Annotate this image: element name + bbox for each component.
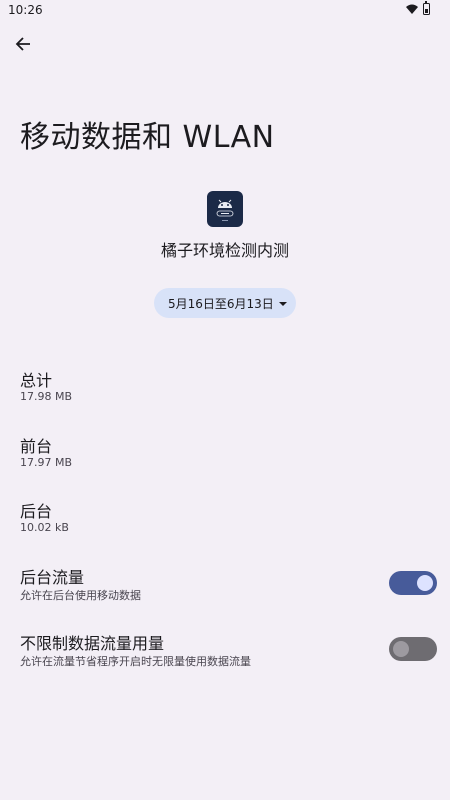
app-name: 橘子环境检测内测 xyxy=(160,241,289,260)
usage-total-row: 总计 17.98 MB xyxy=(0,367,450,427)
unrestricted-data-title: 不限制数据流量用量 xyxy=(20,634,165,653)
toggle-knob xyxy=(393,641,409,657)
toggle-knob xyxy=(417,575,433,591)
usage-total-value: 17.98 MB xyxy=(20,390,73,403)
usage-foreground-row: 前台 17.97 MB xyxy=(0,433,450,493)
background-data-title: 后台流量 xyxy=(20,568,85,587)
usage-background-title: 后台 xyxy=(20,502,53,521)
android-robot-icon xyxy=(216,199,234,221)
caret-down-icon xyxy=(279,302,287,306)
unrestricted-data-summary: 允许在流量节省程序开启时无限量使用数据流量 xyxy=(20,655,251,668)
date-range-dropdown[interactable]: 5月16日至6月13日 xyxy=(154,288,296,318)
usage-foreground-value: 17.97 MB xyxy=(20,456,73,469)
usage-background-value: 10.02 kB xyxy=(20,521,69,534)
status-time: 10:26 xyxy=(8,3,43,17)
app-icon xyxy=(207,191,243,227)
arrow-back-icon xyxy=(15,37,30,51)
background-data-summary: 允许在后台使用移动数据 xyxy=(20,589,141,602)
unrestricted-data-toggle[interactable] xyxy=(389,637,437,661)
background-data-toggle[interactable] xyxy=(389,571,437,595)
unrestricted-data-setting[interactable]: 不限制数据流量用量 允许在流量节省程序开启时无限量使用数据流量 xyxy=(0,630,450,690)
app-data-usage-screen: 10:26 移动数据和 WLAN 橘子环境检测内测 5月16日至6月13日 总计… xyxy=(0,0,450,800)
usage-background-row: 后台 10.02 kB xyxy=(0,498,450,558)
usage-foreground-title: 前台 xyxy=(20,437,53,456)
wifi-icon xyxy=(406,4,418,14)
back-button[interactable] xyxy=(8,29,38,59)
status-bar: 10:26 xyxy=(0,0,450,22)
background-data-setting[interactable]: 后台流量 允许在后台使用移动数据 xyxy=(0,564,450,624)
usage-total-title: 总计 xyxy=(20,371,53,390)
status-icons xyxy=(406,1,430,15)
battery-icon xyxy=(423,1,430,15)
page-title: 移动数据和 WLAN xyxy=(20,120,275,155)
date-range-label: 5月16日至6月13日 xyxy=(168,296,274,311)
